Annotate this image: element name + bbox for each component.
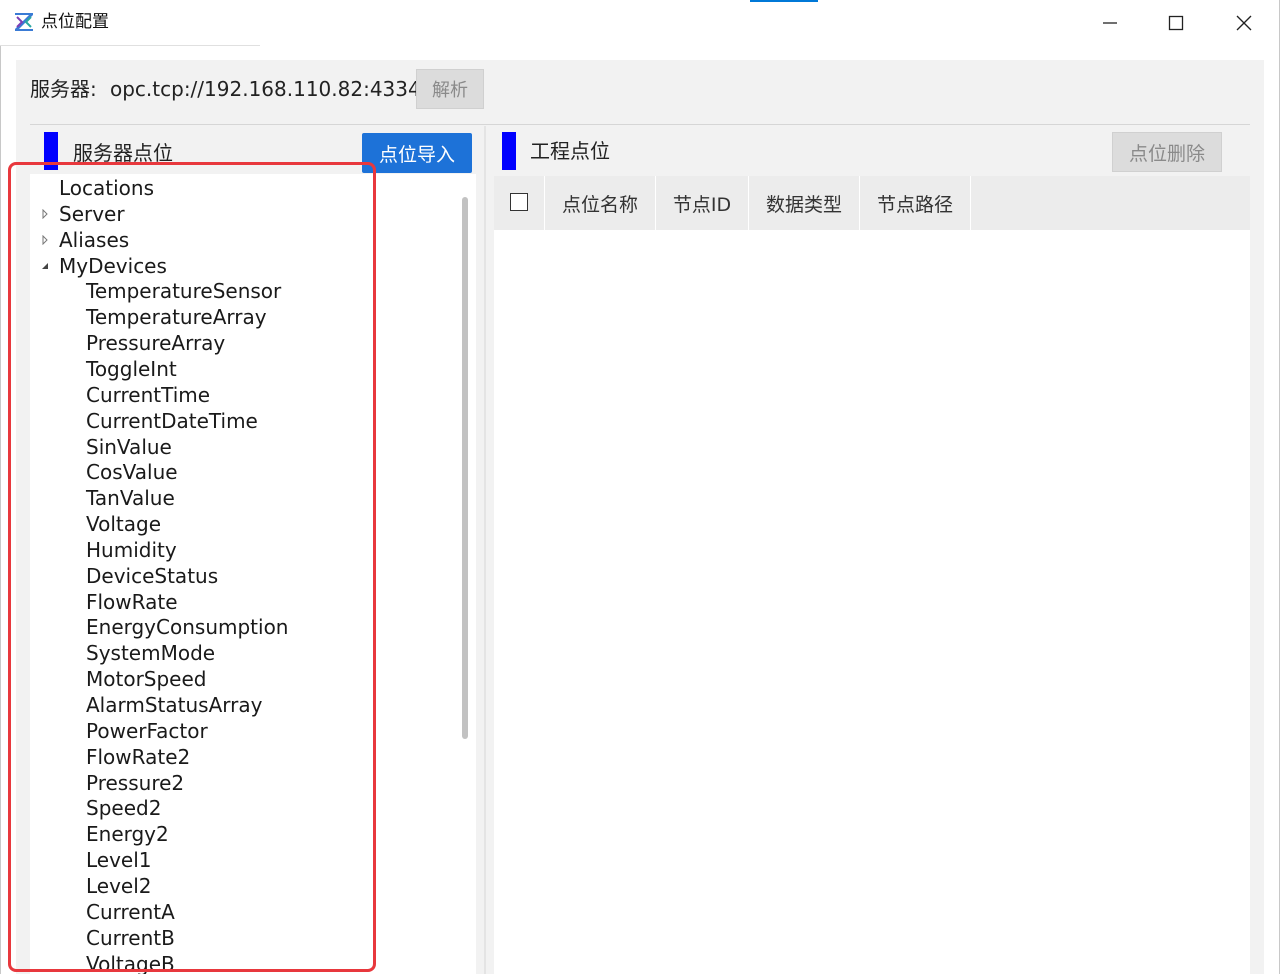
close-icon — [1236, 15, 1252, 31]
minimize-button[interactable] — [1087, 6, 1133, 40]
tree-node-label: Pressure2 — [86, 770, 185, 795]
tree-node-label: Voltage — [86, 512, 162, 537]
tree-node[interactable]: CosValue — [86, 459, 178, 485]
select-all-checkbox[interactable] — [510, 193, 528, 211]
tree-node-label: Level2 — [86, 873, 152, 898]
maximize-button[interactable] — [1153, 6, 1199, 40]
expand-arrow-icon[interactable] — [40, 208, 50, 219]
minimize-icon — [1103, 22, 1117, 24]
tree-node[interactable]: AlarmStatusArray — [86, 692, 262, 718]
tree-node[interactable]: Aliases — [42, 227, 130, 253]
tree-node[interactable]: CurrentA — [86, 899, 175, 925]
tree-node-label: CurrentDateTime — [86, 408, 258, 433]
tree-node-label: MyDevices — [59, 253, 167, 278]
project-points-grid[interactable] — [494, 176, 1250, 974]
expand-arrow-icon[interactable] — [40, 234, 50, 245]
server-row-separator — [30, 124, 1250, 125]
maximize-icon — [1168, 15, 1184, 31]
tree-node[interactable]: FlowRate — [86, 589, 178, 615]
tree-node[interactable]: Pressure2 — [86, 770, 184, 796]
tree-node-label: TanValue — [86, 486, 175, 511]
tree-node-label: CosValue — [86, 460, 178, 485]
tree-node[interactable]: Speed2 — [86, 795, 161, 821]
tree-node-label: Humidity — [86, 537, 177, 562]
tree-node[interactable]: SinValue — [86, 434, 172, 460]
server-label: 服务器: — [30, 77, 97, 101]
tree-node[interactable]: VoltageB — [86, 951, 175, 974]
tree-node-label: CurrentA — [86, 899, 175, 924]
tree-node[interactable]: CurrentB — [86, 925, 175, 951]
server-points-marker — [44, 132, 58, 170]
tree-node-label: ToggleInt — [86, 356, 177, 381]
server-url: opc.tcp://192.168.110.82:4334 — [110, 77, 421, 101]
tree-node[interactable]: SystemMode — [86, 640, 215, 666]
tree-node-label: AlarmStatusArray — [86, 693, 263, 717]
tree-scrollbar[interactable] — [462, 197, 468, 739]
column-header-data-type[interactable]: 数据类型 — [749, 176, 860, 230]
tree-node-label: Server — [59, 201, 125, 226]
tree-node-label: CurrentB — [86, 925, 175, 950]
tree-node[interactable]: FlowRate2 — [86, 744, 190, 770]
column-header-node-id[interactable]: 节点ID — [656, 176, 749, 230]
tree-node[interactable]: CurrentTime — [86, 382, 210, 408]
close-button[interactable] — [1221, 6, 1267, 40]
tree-node[interactable]: TemperatureArray — [86, 304, 267, 330]
tree-node[interactable]: Energy2 — [86, 821, 169, 847]
tree-node-label: TemperatureSensor — [86, 279, 282, 304]
column-header-node-path[interactable]: 节点路径 — [860, 176, 971, 230]
tree-node-label: FlowRate2 — [86, 744, 191, 769]
column-header-point-name[interactable]: 点位名称 — [545, 176, 656, 230]
panel-separator — [484, 126, 486, 974]
tree-node-label: VoltageB — [86, 951, 175, 974]
tree-node[interactable]: DeviceStatus — [86, 563, 218, 589]
app-logo-icon — [15, 13, 33, 31]
server-points-title: 服务器点位 — [73, 141, 173, 165]
window-title: 点位配置 — [41, 12, 109, 32]
tree-node[interactable]: PressureArray — [86, 330, 225, 356]
title-accent-line — [750, 0, 818, 2]
import-points-button[interactable]: 点位导入 — [362, 133, 472, 173]
collapse-arrow-icon[interactable] — [40, 261, 50, 271]
tree-node-label: SystemMode — [86, 641, 216, 666]
tree-node[interactable]: MotorSpeed — [86, 666, 207, 692]
tree-node[interactable]: EnergyConsumption — [86, 614, 288, 640]
tree-node[interactable]: CurrentDateTime — [86, 408, 258, 434]
tree-node[interactable]: Voltage — [86, 511, 161, 537]
tree-node-label: MotorSpeed — [86, 667, 207, 692]
tree-node[interactable]: ToggleInt — [86, 356, 177, 382]
parse-button[interactable]: 解析 — [416, 69, 484, 109]
title-divider — [0, 45, 260, 46]
server-node-tree[interactable]: Locations Server Aliases MyDevices Temperatu… — [30, 174, 476, 974]
window-border-left — [0, 46, 1, 974]
tree-node-label: Speed2 — [86, 796, 162, 821]
tree-node-label: FlowRate — [86, 589, 178, 614]
tree-node[interactable]: TemperatureSensor — [86, 278, 281, 304]
tree-node-label: PressureArray — [86, 331, 226, 356]
tree-node[interactable]: MyDevices — [42, 253, 167, 279]
tree-node-label: Level1 — [86, 848, 152, 873]
tree-node-label: TemperatureArray — [86, 305, 267, 330]
tree-node[interactable]: Level2 — [86, 873, 152, 899]
project-points-title: 工程点位 — [530, 139, 610, 163]
tree-node-label: SinValue — [86, 434, 172, 459]
tree-node-label: EnergyConsumption — [86, 615, 289, 640]
project-points-marker — [502, 132, 516, 170]
tree-node-label: Energy2 — [86, 822, 169, 847]
tree-node-label: Aliases — [59, 227, 130, 252]
tree-node[interactable]: TanValue — [86, 485, 175, 511]
tree-node[interactable]: Level1 — [86, 847, 152, 873]
tree-node[interactable]: PowerFactor — [86, 718, 208, 744]
tree-node[interactable]: Server — [42, 201, 125, 227]
tree-node-label: Locations — [59, 176, 155, 200]
tree-node-label: PowerFactor — [86, 718, 208, 743]
delete-points-button[interactable]: 点位删除 — [1112, 132, 1222, 172]
tree-node-label: DeviceStatus — [86, 563, 219, 588]
tree-node-label: CurrentTime — [86, 382, 211, 407]
tree-node[interactable]: Locations — [59, 175, 154, 201]
tree-node[interactable]: Humidity — [86, 537, 177, 563]
